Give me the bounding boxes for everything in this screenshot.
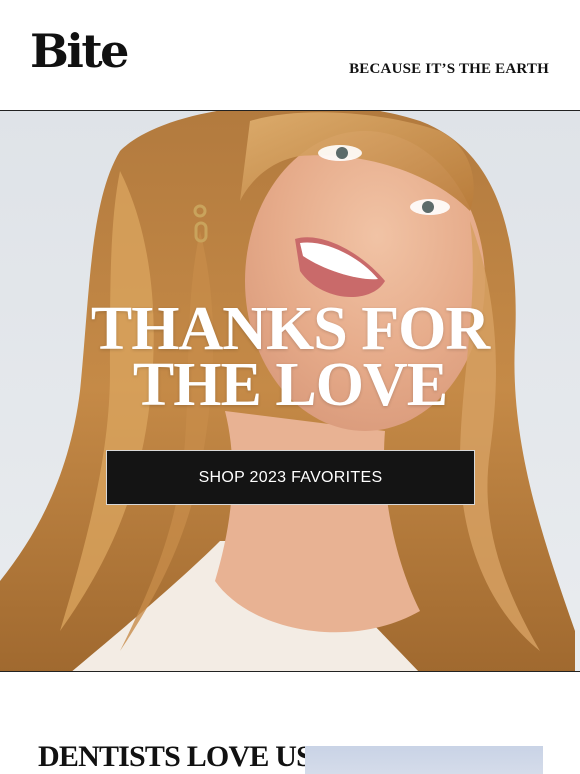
- headline-line-2: THE LOVE: [132, 351, 448, 419]
- headline-line-1: THANKS FOR: [90, 295, 490, 363]
- email-header: Bite BECAUSE IT’S THE EARTH: [0, 0, 580, 110]
- section-title: DENTISTS LOVE US: [38, 740, 313, 773]
- brand-logo[interactable]: Bite: [30, 28, 129, 74]
- hero-banner[interactable]: THANKS FOR THE LOVE SHOP 2023 FAVORITES: [0, 110, 580, 672]
- brand-tagline: BECAUSE IT’S THE EARTH: [349, 61, 549, 77]
- shop-favorites-button[interactable]: SHOP 2023 FAVORITES: [106, 450, 475, 505]
- section-image: [305, 746, 543, 774]
- hero-headline: THANKS FOR THE LOVE: [0, 295, 580, 419]
